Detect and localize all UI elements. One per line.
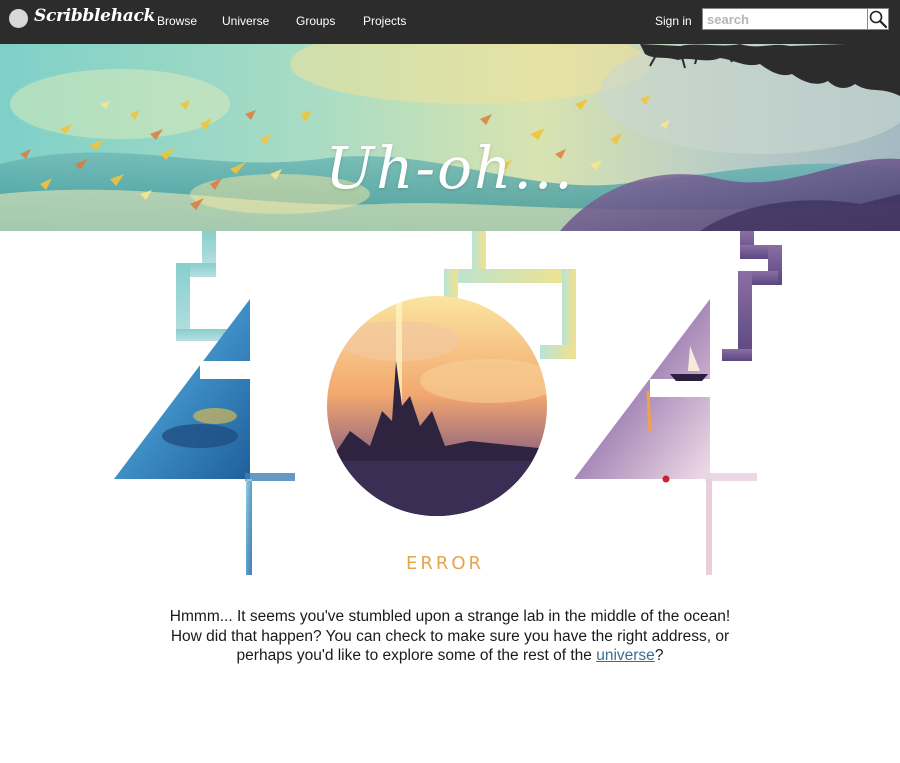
404-illustration (114, 231, 782, 575)
magnifier-icon (869, 10, 888, 29)
universe-link[interactable]: universe (596, 647, 655, 664)
nav-link-universe[interactable]: Universe (222, 14, 269, 28)
message-line-3-text: perhaps you'd like to explore some of th… (236, 647, 597, 664)
brand-logo[interactable]: Scribblehack (34, 6, 155, 26)
banner-title: Uh-oh... (325, 134, 575, 202)
search-button[interactable] (867, 8, 889, 30)
sign-in-link[interactable]: Sign in (655, 14, 692, 28)
message-line-1: Hmmm... It seems you've stumbled upon a … (169, 608, 731, 625)
nav-link-groups[interactable]: Groups (296, 14, 335, 28)
tree-silhouette-decoration (640, 42, 900, 96)
message-line-2: How did that happen? You can check to ma… (170, 627, 730, 645)
error-label: ERROR (405, 553, 485, 574)
message-line-3-end: ? (654, 647, 664, 664)
error-message: Hmmm... It seems you've stumbled upon a … (140, 607, 760, 666)
nav-link-browse[interactable]: Browse (157, 14, 197, 28)
nav-link-projects[interactable]: Projects (363, 14, 406, 28)
search-input[interactable] (702, 8, 868, 30)
logo-circle-icon[interactable] (9, 9, 28, 28)
message-line-3: perhaps you'd like to explore some of th… (140, 646, 760, 666)
